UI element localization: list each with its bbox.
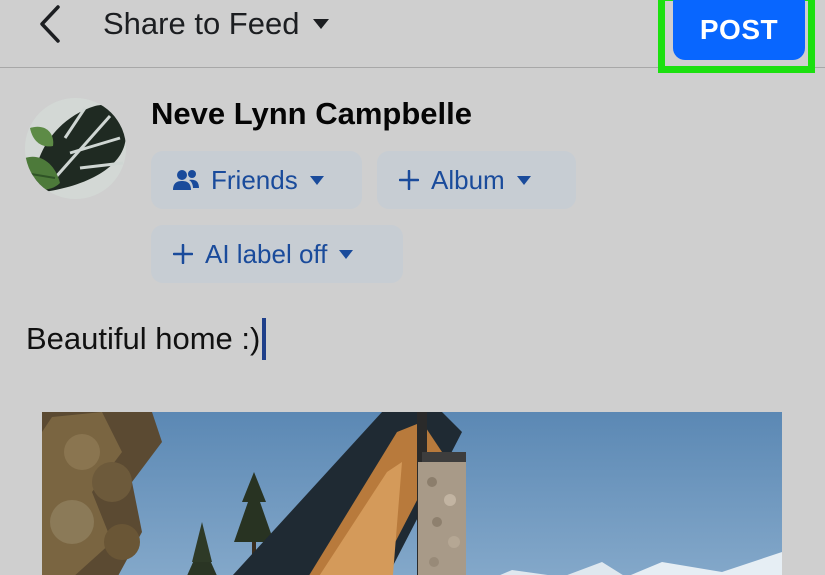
post-text: Beautiful home :) [26, 321, 261, 356]
house-photo-image [42, 412, 782, 575]
post-button[interactable]: POST [673, 0, 805, 60]
caret-down-icon [309, 175, 324, 185]
plus-icon [399, 170, 419, 190]
caret-down-icon [339, 249, 354, 259]
ai-label-selector[interactable]: AI label off [151, 225, 403, 283]
post-button-label: POST [699, 14, 779, 45]
avatar[interactable] [25, 98, 126, 199]
caret-down-icon [313, 19, 330, 29]
audience-selector[interactable]: Friends [151, 151, 362, 209]
ai-label-label: AI label off [205, 238, 328, 269]
plus-icon [173, 244, 193, 264]
post-text-input[interactable]: Beautiful home :) [26, 318, 267, 360]
share-destination-dropdown[interactable]: Share to Feed [103, 2, 330, 46]
album-selector[interactable]: Album [377, 151, 576, 209]
caret-down-icon [516, 175, 531, 185]
audience-label: Friends [211, 164, 298, 195]
attached-photo[interactable] [42, 412, 782, 575]
chevron-left-icon [40, 5, 60, 43]
share-destination-label: Share to Feed [103, 6, 300, 41]
back-button[interactable] [32, 4, 68, 44]
monstera-leaf-image [25, 98, 126, 199]
friends-icon [173, 170, 199, 190]
text-cursor [262, 318, 267, 360]
album-label: Album [431, 164, 505, 195]
user-name: Neve Lynn Campbelle [151, 96, 473, 131]
